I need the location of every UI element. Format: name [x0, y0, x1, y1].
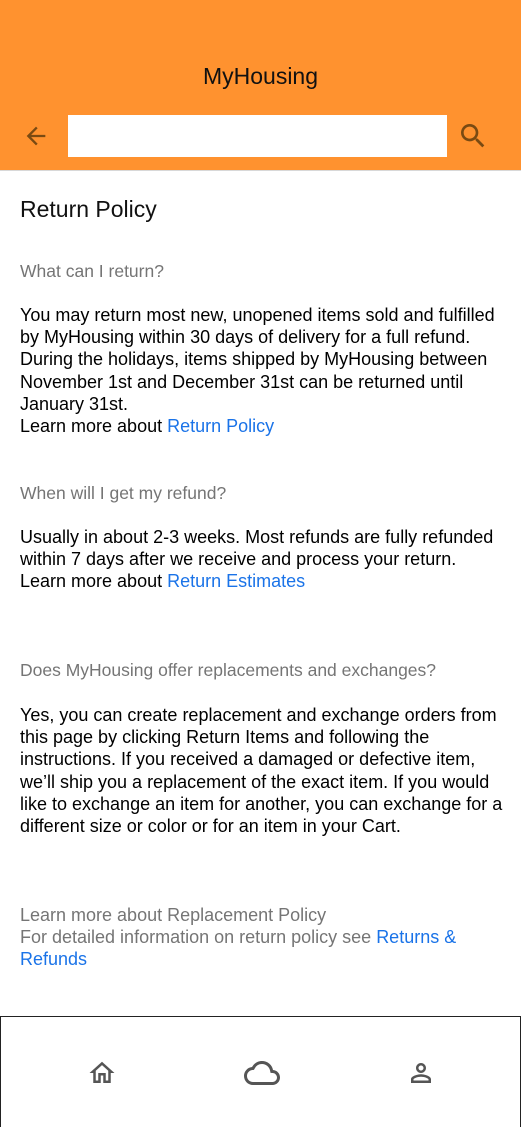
app-title: MyHousing: [202, 63, 319, 89]
search-icon: [461, 124, 485, 148]
search-input[interactable]: [68, 115, 447, 157]
faq-question: When will I get my refund?: [20, 483, 227, 503]
home-icon: [89, 1061, 115, 1083]
faq-answer-text: Yes, you can create replacement and exch…: [20, 705, 503, 837]
learn-more-prefix: Learn more about: [20, 416, 168, 437]
faq-question: Does MyHousing offer replacements and ex…: [20, 660, 437, 680]
page-header: Return Policy: [20, 194, 505, 224]
page-title: Return Policy: [20, 196, 157, 222]
return-policy-link[interactable]: Return Policy: [167, 416, 274, 436]
learn-more-prefix: Learn more about: [20, 571, 168, 592]
replacement-policy-note: Learn more about Replacement Policy: [20, 905, 327, 925]
footer-notes: Learn more about Replacement Policy For …: [20, 904, 505, 971]
faq-answer: You may return most new, unopened items …: [20, 304, 505, 437]
arrow-back-icon: [26, 126, 46, 146]
faq-answer: Yes, you can create replacement and exch…: [20, 704, 505, 837]
faq-answer-text: Usually in about 2-3 weeks. Most refunds…: [20, 527, 494, 570]
back-button[interactable]: [20, 119, 52, 153]
faq-answer-text: You may return most new, unopened items …: [20, 305, 495, 414]
detailed-info-prefix: For detailed information on return polic…: [20, 927, 377, 948]
person-icon: [411, 1063, 431, 1083]
detailed-info-note: For detailed information on return polic…: [20, 926, 505, 970]
faq-question: What can I return?: [20, 261, 164, 281]
search-button[interactable]: [455, 118, 491, 154]
home-tab[interactable]: [80, 1053, 124, 1093]
faq-answer: Usually in about 2-3 weeks. Most refunds…: [20, 526, 505, 593]
profile-tab[interactable]: [399, 1053, 443, 1093]
cloud-icon: [244, 1061, 280, 1085]
app-bar: MyHousing: [0, 0, 521, 171]
cloud-tab[interactable]: [240, 1053, 284, 1093]
bottom-navigation: [0, 1016, 521, 1127]
return-estimates-link[interactable]: Return Estimates: [167, 571, 305, 591]
